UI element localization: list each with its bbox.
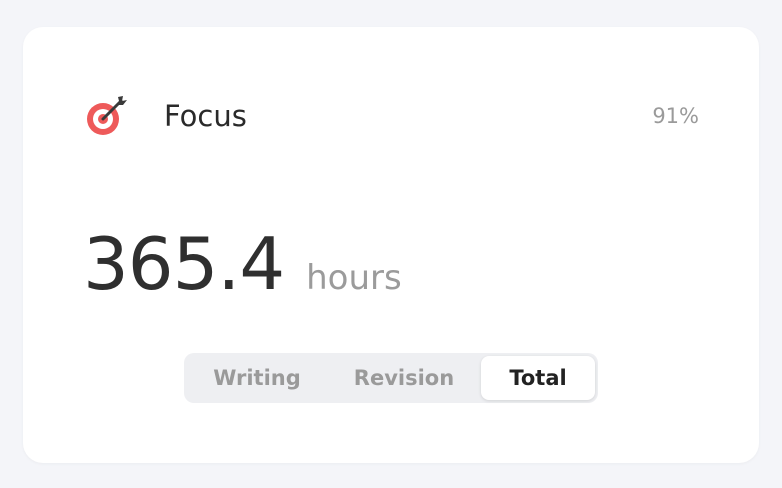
segment-total[interactable]: Total	[481, 356, 595, 400]
segment-writing[interactable]: Writing	[187, 356, 327, 400]
metric-value: 365.4	[83, 222, 285, 306]
focus-card: Focus 91% 365.4 hours Writing Revision T…	[23, 27, 759, 463]
dartboard-target-icon	[85, 94, 131, 138]
segment-control: Writing Revision Total	[184, 353, 598, 403]
segment-revision[interactable]: Revision	[327, 356, 481, 400]
card-title: Focus	[164, 99, 247, 133]
focus-percentage: 91%	[652, 104, 699, 128]
metric-unit: hours	[306, 258, 402, 298]
metric-value-row: 365.4 hours	[83, 222, 402, 306]
